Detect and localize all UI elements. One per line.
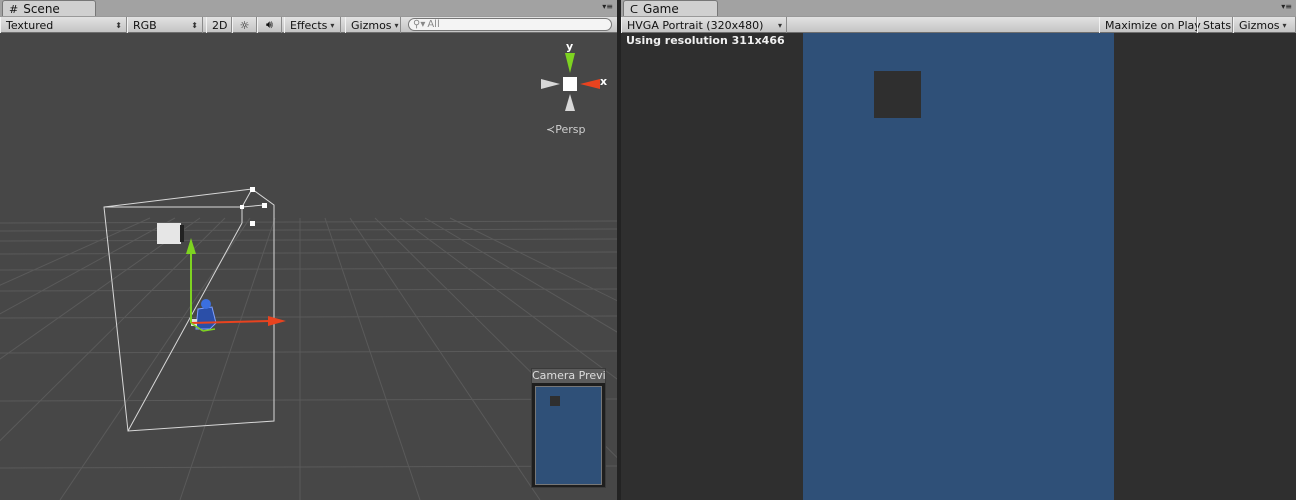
tab-game[interactable]: ᑕ Game <box>623 0 718 16</box>
tab-scene[interactable]: # Scene <box>2 0 96 16</box>
maximize-on-play-toggle[interactable]: Maximize on Play <box>1099 17 1201 33</box>
camera-preview-sprite <box>550 396 560 406</box>
search-icon: ⚲▾ <box>413 19 426 30</box>
perspective-icon: ≺ <box>546 123 556 136</box>
draw-mode-label: Textured <box>6 18 54 32</box>
search-input[interactable]: ⚲▾ All <box>408 18 612 31</box>
search-placeholder: All <box>427 19 440 30</box>
sky <box>0 33 617 218</box>
scene-viewport[interactable]: y x ≺Persp Camera Preview <box>0 33 617 500</box>
scene-canvas: y x <box>0 33 617 500</box>
persp-label: Persp <box>555 123 586 136</box>
grid-icon: # <box>9 2 19 16</box>
chevron-down-icon: ▾ <box>1282 20 1287 30</box>
chevron-down-icon: ▾ <box>330 20 335 30</box>
persp-toggle[interactable]: ≺Persp <box>546 123 585 136</box>
camera-preview-screen <box>535 386 602 485</box>
maximize-label: Maximize on Play <box>1105 18 1201 32</box>
camera-preview: Camera Preview <box>531 368 606 488</box>
stats-toggle[interactable]: Stats <box>1197 17 1233 33</box>
speaker-icon: 🔊︎ <box>266 18 273 31</box>
gizmo-x-label: x <box>600 75 607 88</box>
white-cube[interactable] <box>157 223 181 244</box>
lighting-toggle[interactable]: ☼ <box>232 17 257 33</box>
camera-preview-title: Camera Preview <box>532 369 605 383</box>
panel-menu-icon[interactable]: ▾≡ <box>1281 3 1292 11</box>
draw-mode-dropdown[interactable]: Textured ⬍ <box>0 17 127 33</box>
aspect-label: HVGA Portrait (320x480) <box>627 18 764 32</box>
game-viewport[interactable]: Using resolution 311x466 <box>621 33 1296 500</box>
chevron-down-icon: ▾ <box>394 20 399 30</box>
tab-game-label: Game <box>643 2 679 16</box>
game-gizmos-dropdown[interactable]: Gizmos ▾ <box>1233 17 1296 33</box>
toggle-2d-button[interactable]: 2D <box>206 17 232 33</box>
gizmo-center-cube[interactable] <box>563 77 577 91</box>
effects-dropdown[interactable]: Effects ▾ <box>284 17 341 33</box>
game-tabstrip: ᑕ Game ▾≡ <box>621 0 1296 16</box>
updown-arrow-icon: ⬍ <box>115 20 122 30</box>
stats-label: Stats <box>1203 18 1232 32</box>
game-panel: ᑕ Game ▾≡ HVGA Portrait (320x480) ▾ Maxi… <box>621 0 1296 500</box>
panel-menu-icon[interactable]: ▾≡ <box>602 3 613 11</box>
camera-object[interactable] <box>191 299 217 330</box>
scene-gizmos-dropdown[interactable]: Gizmos ▾ <box>345 17 401 33</box>
game-gizmos-label: Gizmos <box>1239 18 1280 32</box>
toggle-2d-label: 2D <box>212 18 228 32</box>
gizmo-y-label: y <box>566 40 573 53</box>
pacman-icon: ᑕ <box>630 2 639 16</box>
effects-label: Effects <box>290 18 328 32</box>
scene-panel: # Scene ▾≡ Textured ⬍ RGB ⬍ 2D ☼ 🔊︎ Effe… <box>0 0 617 500</box>
sun-icon: ☼ <box>239 18 250 32</box>
game-screen <box>803 33 1114 500</box>
game-sprite <box>874 71 921 118</box>
game-toolbar: HVGA Portrait (320x480) ▾ Maximize on Pl… <box>621 16 1296 33</box>
scene-gizmos-label: Gizmos <box>351 18 392 32</box>
render-mode-dropdown[interactable]: RGB ⬍ <box>127 17 203 33</box>
white-cube-shadow <box>180 225 184 242</box>
aspect-dropdown[interactable]: HVGA Portrait (320x480) ▾ <box>621 17 787 33</box>
audio-toggle[interactable]: 🔊︎ <box>257 17 282 33</box>
chevron-down-icon: ▾ <box>777 20 782 30</box>
updown-arrow-icon: ⬍ <box>191 20 198 30</box>
resolution-text: Using resolution 311x466 <box>626 34 785 47</box>
floor-grid <box>0 217 617 500</box>
render-mode-label: RGB <box>133 18 157 32</box>
scene-tabstrip: # Scene ▾≡ <box>0 0 617 16</box>
tab-scene-label: Scene <box>23 2 60 16</box>
scene-toolbar: Textured ⬍ RGB ⬍ 2D ☼ 🔊︎ Effects ▾ Gizmo… <box>0 16 617 33</box>
